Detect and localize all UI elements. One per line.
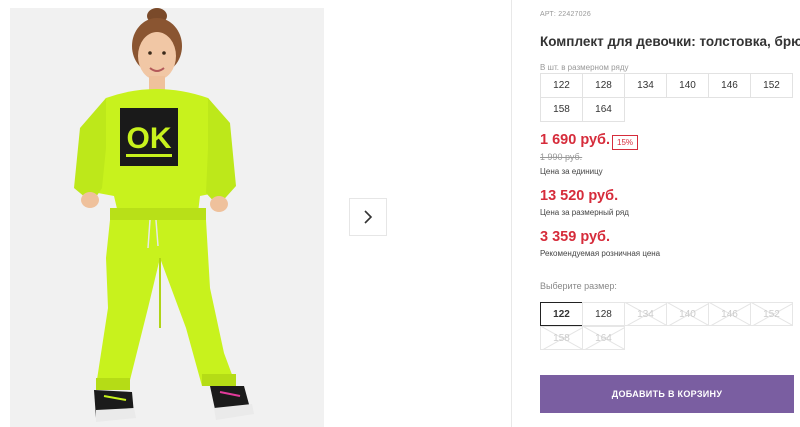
size-option-label: 140 [679, 308, 696, 320]
size-option-label: 164 [595, 332, 612, 344]
size-row-cell: 122 [540, 73, 583, 98]
size-row-cell: 134 [624, 73, 667, 98]
old-price: 1 990 руб. [540, 152, 583, 162]
unit-price-label: Цена за единицу [540, 167, 603, 176]
retail-price: 3 359 руб. [540, 229, 611, 245]
size-option-152[interactable]: 152 [750, 302, 793, 326]
size-row-cell: 164 [582, 97, 625, 122]
size-option-label: 158 [553, 332, 570, 344]
chevron-right-icon [364, 210, 373, 224]
product-sku: АРТ: 22427026 [540, 11, 591, 18]
size-option-146[interactable]: 146 [708, 302, 751, 326]
size-option-164[interactable]: 164 [582, 326, 625, 350]
size-option-134[interactable]: 134 [624, 302, 667, 326]
size-option-140[interactable]: 140 [666, 302, 709, 326]
product-photo[interactable]: OK [10, 8, 324, 427]
retail-price-label: Рекомендуемая розничная цена [540, 249, 661, 258]
panel-divider [511, 0, 512, 427]
size-option-128[interactable]: 128 [582, 302, 625, 326]
model-illustration: OK [10, 8, 324, 427]
gallery-next-button[interactable] [349, 198, 387, 236]
size-option-label: 128 [595, 308, 612, 320]
size-option-label: 152 [763, 308, 780, 320]
row-price: 13 520 руб. [540, 188, 619, 204]
sweatshirt-print-text: OK [127, 122, 172, 155]
size-option-122[interactable]: 122 [540, 302, 583, 326]
size-option-label: 122 [553, 308, 570, 320]
product-gallery: OK [0, 0, 520, 427]
row-price-label: Цена за размерный ряд [540, 208, 629, 217]
size-row-cell: 128 [582, 73, 625, 98]
product-info-panel: АРТ: 22427026 Комплект для девочки: толс… [540, 0, 800, 427]
size-option-158[interactable]: 158 [540, 326, 583, 350]
discount-badge: 15% [612, 135, 639, 150]
size-row-cell: 158 [540, 97, 583, 122]
size-row-cell: 140 [666, 73, 709, 98]
size-option-label: 146 [721, 308, 738, 320]
choose-size-label: Выберите размер: [540, 281, 617, 291]
add-to-cart-button[interactable]: ДОБАВИТЬ В КОРЗИНУ [540, 375, 794, 413]
size-row-cell: 146 [708, 73, 751, 98]
size-option-label: 134 [637, 308, 654, 320]
size-row-label: В шт. в размерном ряду [540, 63, 629, 72]
product-title: Комплект для девочки: толстовка, брюки [540, 34, 800, 49]
current-price: 1 690 руб. [540, 132, 611, 148]
size-row-cell: 152 [750, 73, 793, 98]
